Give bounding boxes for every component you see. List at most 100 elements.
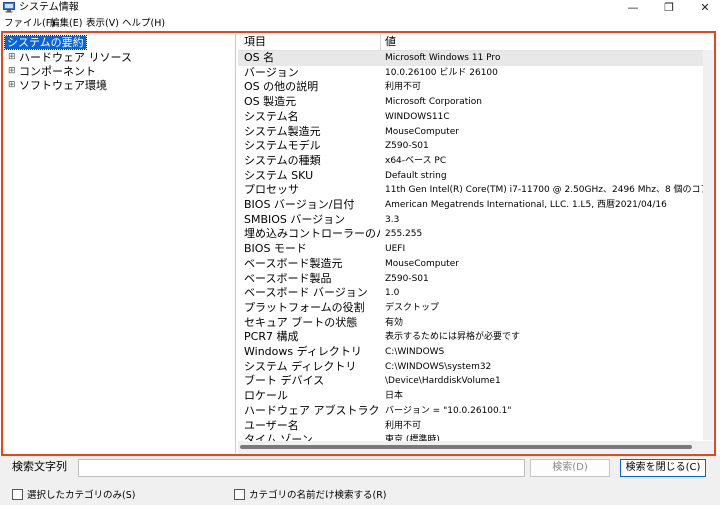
row-item-value: American Megatrends International, LLC. …	[385, 200, 667, 210]
table-row[interactable]: 埋め込みコントローラーのバー... 255.255	[238, 227, 713, 242]
list-header: 項目 値	[238, 34, 713, 51]
minimize-button[interactable]: —	[618, 0, 648, 16]
category-tree[interactable]: システムの要約 ⊞ ハードウェア リソース ⊞ コンポーネント ⊞ ソフトウェア…	[4, 34, 236, 453]
table-row[interactable]: システム SKU Default string	[238, 169, 713, 184]
search-label: 検索文字列	[12, 460, 67, 473]
table-row[interactable]: システム名 WINDOWS11C	[238, 110, 713, 125]
column-header-item[interactable]: 項目	[244, 34, 266, 50]
row-item-name: ハードウェア アブストラクション ...	[244, 403, 380, 417]
horizontal-scroll-thumb[interactable]	[240, 445, 692, 449]
row-item-value: WINDOWS11C	[385, 111, 450, 122]
close-search-button[interactable]: 検索を閉じる(C)	[620, 459, 706, 477]
menu-help[interactable]: ヘルプ(H)	[122, 16, 165, 31]
row-item-name: システム製造元	[244, 124, 321, 138]
table-row[interactable]: OS 製造元 Microsoft Corporation	[238, 95, 713, 110]
menu-bar: ファイル(F) 編集(E) 表示(V) ヘルプ(H)	[0, 16, 720, 31]
tree-item-system-summary[interactable]: システムの要約	[4, 35, 87, 50]
table-row[interactable]: ロケール 日本	[238, 389, 713, 404]
row-item-name: システム ディレクトリ	[244, 359, 357, 373]
row-item-name: BIOS バージョン/日付	[244, 198, 355, 211]
table-row[interactable]: ベースボード製品 Z590-S01	[238, 272, 713, 287]
row-item-value: 利用不可	[385, 82, 422, 93]
row-item-name: プラットフォームの役割	[244, 300, 365, 314]
row-item-name: SMBIOS バージョン	[244, 212, 346, 226]
table-row[interactable]: OS の他の説明 利用不可	[238, 80, 713, 95]
menu-view[interactable]: 表示(V)	[86, 16, 119, 31]
row-item-name: バージョン	[244, 65, 299, 79]
row-item-value: x64-ベース PC	[385, 155, 447, 166]
row-item-value: \Device\HarddiskVolume1	[385, 376, 501, 387]
row-item-name: Windows ディレクトリ	[244, 345, 362, 358]
row-item-name: ブート デバイス	[244, 374, 325, 388]
category-names-only-label: カテゴリの名前だけ検索する(R)	[249, 490, 387, 501]
expand-plus-icon[interactable]: ⊞	[8, 79, 16, 92]
row-item-value: MouseComputer	[385, 126, 459, 137]
selected-category-only-label: 選択したカテゴリのみ(S)	[27, 490, 136, 501]
selected-category-only-checkbox[interactable]	[12, 489, 23, 500]
row-item-name: ベースボード製造元	[244, 256, 343, 270]
row-item-value: Default string	[385, 170, 447, 181]
table-row[interactable]: ユーザー名 利用不可	[238, 419, 713, 434]
expand-plus-icon[interactable]: ⊞	[8, 51, 16, 64]
selected-category-only-option[interactable]: 選択したカテゴリのみ(S)	[12, 489, 135, 501]
row-item-value: 日本	[385, 391, 404, 402]
row-item-value: デスクトップ	[385, 302, 440, 313]
column-divider[interactable]	[380, 34, 381, 50]
row-item-value: Z590-S01	[385, 141, 429, 152]
table-row[interactable]: システムの種類 x64-ベース PC	[238, 154, 713, 169]
table-row[interactable]: プロセッサ 11th Gen Intel(R) Core(TM) i7-11700…	[238, 183, 713, 198]
row-item-name: セキュア ブートの状態	[244, 315, 358, 329]
table-row[interactable]: SMBIOS バージョン 3.3	[238, 213, 713, 228]
table-row[interactable]: バージョン 10.0.26100 ビルド 26100	[238, 66, 713, 81]
search-input[interactable]	[78, 459, 525, 477]
vertical-scrollbar[interactable]	[703, 50, 713, 440]
tree-item-components[interactable]: コンポーネント	[19, 65, 96, 78]
tree-item-hardware-resources[interactable]: ハードウェア リソース	[19, 51, 132, 64]
details-list: 項目 値 OS 名 Microsoft Windows 11 Pro バージョン 10…	[238, 34, 713, 453]
row-item-value: 10.0.26100 ビルド 26100	[385, 67, 498, 78]
table-row[interactable]: システムモデル Z590-S01	[238, 139, 713, 154]
row-item-name: PCR7 構成	[244, 330, 299, 344]
search-panel: 検索文字列 検索(D) 検索を閉じる(C) 選択したカテゴリのみ(S) カテゴリ…	[0, 456, 720, 505]
category-names-only-option[interactable]: カテゴリの名前だけ検索する(R)	[234, 489, 387, 501]
tree-item-software-environment[interactable]: ソフトウェア環境	[19, 79, 107, 92]
row-item-name: システム SKU	[244, 168, 314, 182]
table-row[interactable]: ベースボード バージョン 1.0	[238, 286, 713, 301]
table-row[interactable]: システム ディレクトリ C:\WINDOWS\system32	[238, 360, 713, 375]
table-row[interactable]: システム製造元 MouseComputer	[238, 125, 713, 140]
row-item-name: OS 名	[244, 51, 275, 64]
table-row[interactable]: OS 名 Microsoft Windows 11 Pro	[238, 51, 713, 66]
row-item-name: BIOS モード	[244, 242, 307, 256]
table-row[interactable]: BIOS バージョン/日付 American Megatrends Interna…	[238, 198, 713, 213]
table-row[interactable]: セキュア ブートの状態 有効	[238, 316, 713, 331]
table-row[interactable]: BIOS モード UEFI	[238, 242, 713, 257]
row-item-value: Z590-S01	[385, 273, 429, 284]
system-information-app-icon	[3, 2, 15, 13]
row-item-name: 埋め込みコントローラーのバー...	[244, 227, 380, 241]
row-item-value: C:\WINDOWS\system32	[385, 361, 492, 372]
row-item-value: Microsoft Corporation	[385, 97, 482, 108]
category-names-only-checkbox[interactable]	[234, 489, 245, 500]
row-item-value: MouseComputer	[385, 258, 459, 269]
column-header-value[interactable]: 値	[385, 34, 396, 50]
horizontal-scrollbar[interactable]	[238, 441, 713, 453]
maximize-button[interactable]: ❐	[654, 0, 684, 16]
row-item-name: システムモデル	[244, 139, 321, 153]
table-row[interactable]: Windows ディレクトリ C:\WINDOWS	[238, 345, 713, 360]
row-item-value: 表示するためには昇格が必要です	[385, 332, 521, 343]
menu-file[interactable]: ファイル(F)	[4, 16, 55, 31]
row-item-value: C:\WINDOWS	[385, 347, 445, 357]
row-item-name: ユーザー名	[244, 418, 299, 432]
table-row[interactable]: ベースボード製造元 MouseComputer	[238, 257, 713, 272]
table-row[interactable]: ブート デバイス \Device\HarddiskVolume1	[238, 374, 713, 389]
table-row[interactable]: PCR7 構成 表示するためには昇格が必要です	[238, 330, 713, 345]
table-row[interactable]: プラットフォームの役割 デスクトップ	[238, 301, 713, 316]
menu-edit[interactable]: 編集(E)	[50, 16, 82, 31]
close-button[interactable]: ✕	[690, 0, 720, 16]
search-button[interactable]: 検索(D)	[530, 459, 610, 477]
row-item-value: Microsoft Windows 11 Pro	[385, 53, 501, 63]
table-row[interactable]: ハードウェア アブストラクション ... バージョン = "10.0.26100.…	[238, 404, 713, 419]
row-item-value: 利用不可	[385, 420, 422, 431]
row-item-name: OS の他の説明	[244, 80, 319, 94]
expand-plus-icon[interactable]: ⊞	[8, 65, 16, 78]
